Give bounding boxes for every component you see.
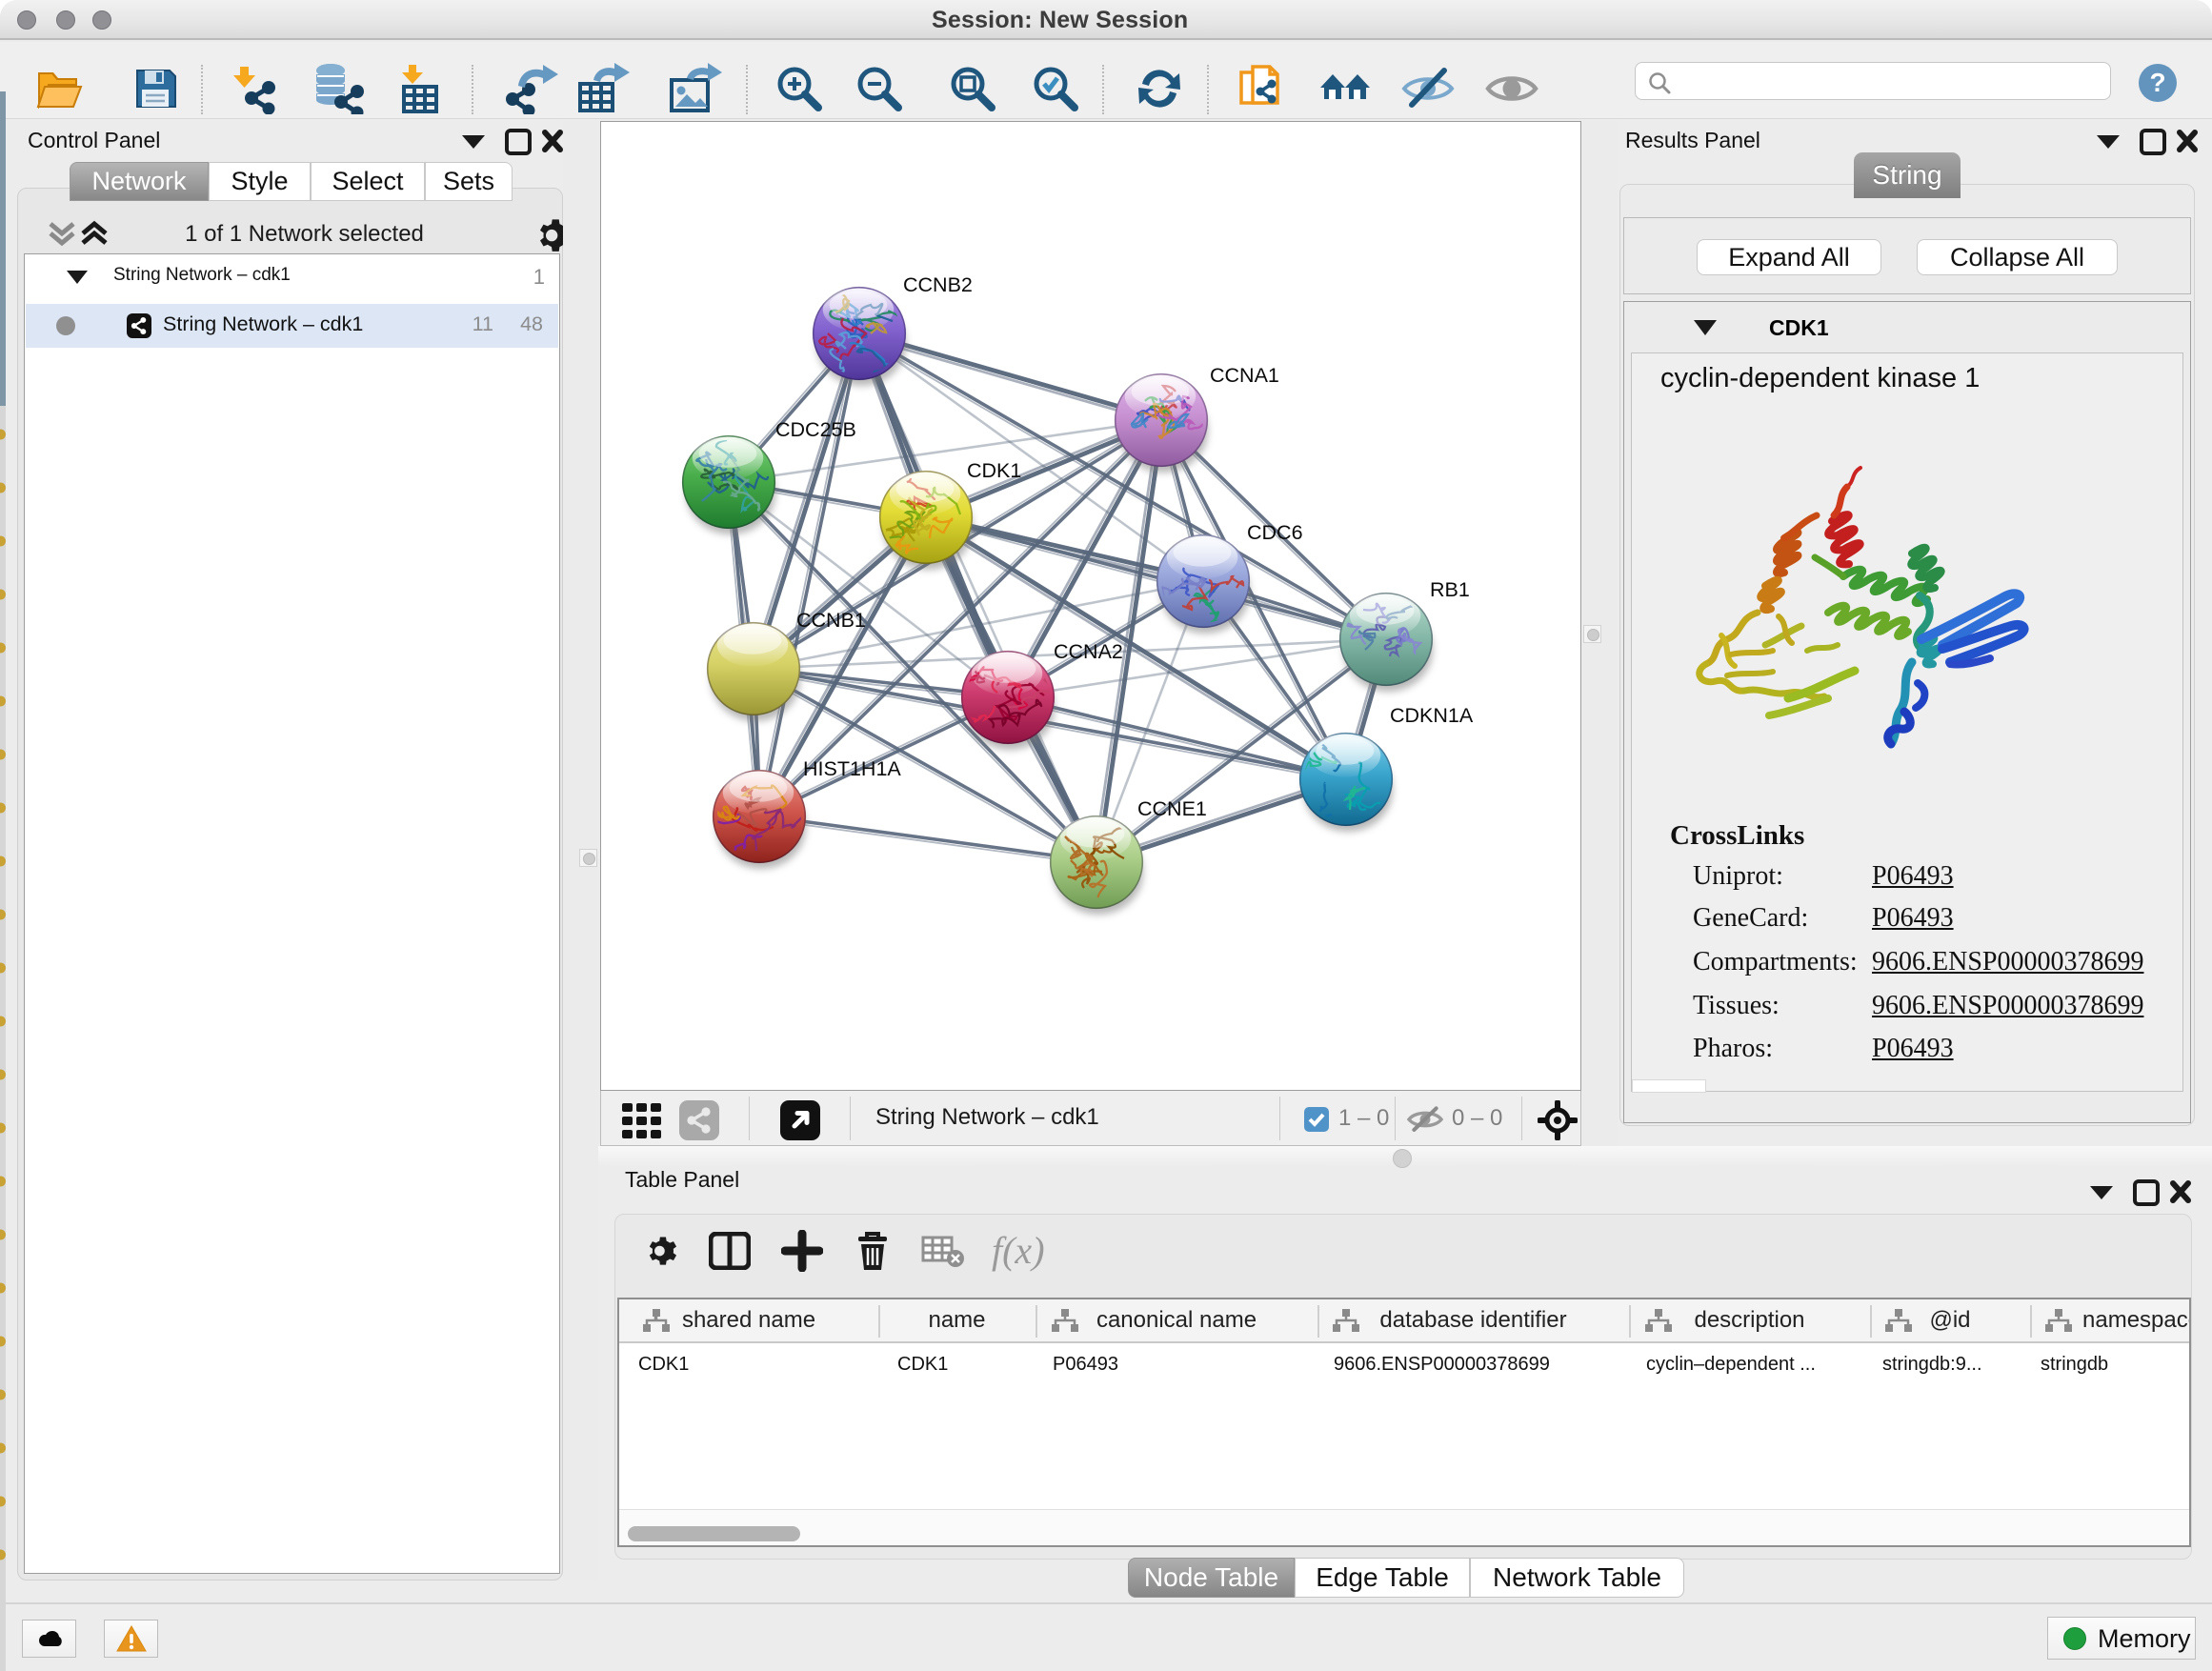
svg-text:CDC6: CDC6 — [1247, 521, 1303, 544]
svg-text:CDK1: CDK1 — [967, 459, 1021, 482]
svg-text:?: ? — [2149, 68, 2165, 97]
svg-text:CCNA2: CCNA2 — [1054, 640, 1123, 663]
svg-text:CCNB1: CCNB1 — [796, 609, 866, 632]
svg-text:CCNB2: CCNB2 — [903, 273, 973, 296]
svg-text:CCNA1: CCNA1 — [1210, 364, 1279, 387]
svg-text:CDKN1A: CDKN1A — [1390, 704, 1474, 727]
svg-text:HIST1H1A: HIST1H1A — [803, 757, 901, 780]
svg-text:RB1: RB1 — [1430, 578, 1470, 601]
svg-text:CCNE1: CCNE1 — [1137, 797, 1207, 820]
svg-text:CDC25B: CDC25B — [775, 418, 856, 441]
